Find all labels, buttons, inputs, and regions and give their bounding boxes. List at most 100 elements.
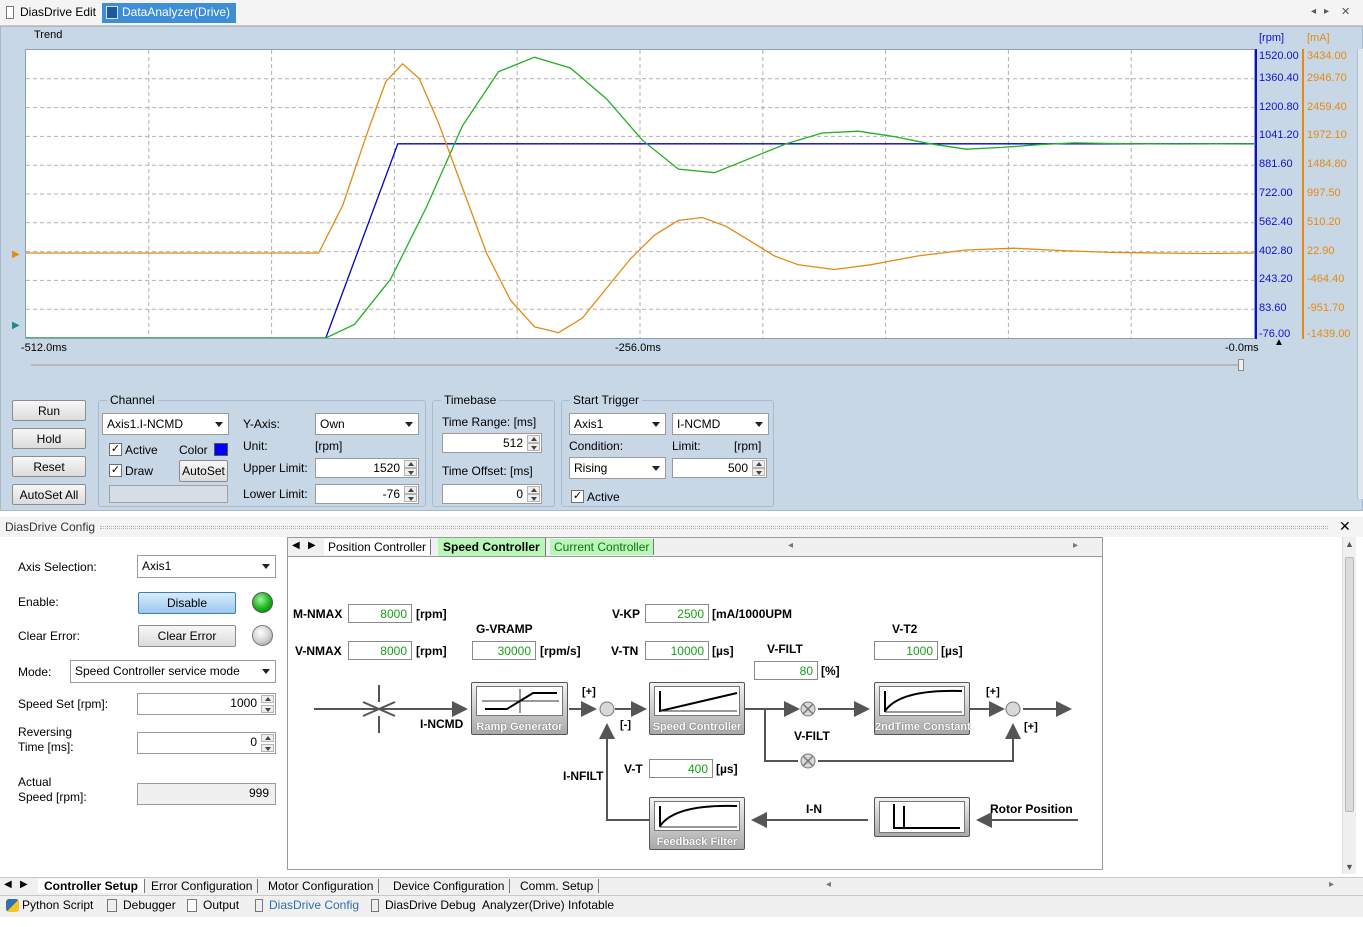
hold-button[interactable]: Hold: [12, 428, 86, 449]
tab-python-script[interactable]: Python Script: [4, 898, 93, 912]
autoset-all-button[interactable]: AutoSet All: [12, 484, 86, 505]
active-checkbox[interactable]: ✓: [109, 443, 122, 456]
scroll-up-icon[interactable]: ▲: [1345, 539, 1354, 549]
trigger-active-checkbox[interactable]: ✓: [571, 490, 584, 503]
tab-diasdrive-debug[interactable]: DiasDrive Debug: [367, 898, 476, 912]
v-t2-input[interactable]: 1000: [874, 641, 938, 660]
tab-debugger[interactable]: Debugger: [105, 898, 176, 912]
channel-select[interactable]: Axis1.I-NCMD: [102, 413, 229, 435]
analyzer-scrollbar[interactable]: [1357, 49, 1363, 499]
clear-error-button[interactable]: Clear Error: [138, 625, 236, 647]
mode-select[interactable]: Speed Controller service mode: [70, 660, 276, 683]
autoset-button[interactable]: AutoSet: [179, 460, 228, 482]
spin-up-icon[interactable]: [527, 435, 540, 443]
tab-dataanalyzer[interactable]: DataAnalyzer(Drive): [102, 3, 237, 23]
tab-controller-setup[interactable]: Controller Setup: [38, 879, 146, 893]
rpm-axis-line: [1255, 49, 1257, 339]
trend-plot[interactable]: [25, 49, 1255, 339]
tab-motor-configuration[interactable]: Motor Configuration: [263, 879, 380, 893]
spin-down-icon[interactable]: [527, 494, 540, 502]
rotor-position-block[interactable]: [874, 797, 970, 837]
scroll-down-icon[interactable]: ▼: [1345, 862, 1354, 872]
trigger-signal-select[interactable]: I-NCMD: [672, 413, 769, 435]
yaxis-select[interactable]: Own: [315, 413, 419, 435]
reset-button[interactable]: Reset: [12, 456, 86, 477]
draw-checkbox[interactable]: ✓: [109, 464, 122, 477]
trigger-limit-input[interactable]: 500: [672, 458, 767, 478]
spin-down-icon[interactable]: [527, 443, 540, 451]
speed-controller-block[interactable]: Speed Controller: [649, 682, 745, 735]
v-nmax-input[interactable]: 8000: [348, 641, 412, 660]
time-range-input[interactable]: 512: [442, 433, 542, 453]
speed-controller-diagram: M-NMAX 8000 [rpm] V-NMAX 8000 [rpm] G-VR…: [287, 557, 1103, 870]
v-kp-input[interactable]: 2500: [645, 604, 709, 623]
time-offset-input[interactable]: 0: [442, 484, 542, 504]
tab-diasdrive-config[interactable]: DiasDrive Config: [251, 898, 359, 912]
close-icon[interactable]: ✕: [1339, 518, 1351, 535]
h-scroll-right-icon[interactable]: ▸: [1329, 879, 1334, 890]
tab-scroll-right-icon[interactable]: ▶: [20, 879, 28, 890]
config-v-scrollbar[interactable]: ▲ ▼: [1342, 537, 1356, 874]
scroll-right-icon[interactable]: ▸: [1324, 6, 1329, 17]
tab-speed-controller[interactable]: Speed Controller: [438, 538, 546, 556]
spin-down-icon[interactable]: [752, 468, 765, 476]
close-icon[interactable]: ✕: [1341, 5, 1350, 18]
m-nmax-input[interactable]: 8000: [348, 604, 412, 623]
ramp-generator-block[interactable]: Ramp Generator: [471, 682, 568, 735]
spin-up-icon[interactable]: [527, 486, 540, 494]
h-scroll-left-icon[interactable]: ◂: [826, 879, 831, 890]
time-slider-track[interactable]: [31, 364, 1243, 366]
v-tn-input[interactable]: 10000: [645, 641, 709, 660]
run-button[interactable]: Run: [12, 400, 86, 421]
second-time-constant-block[interactable]: 2ndTime Constant: [874, 682, 971, 735]
disable-button[interactable]: Disable: [138, 592, 236, 614]
spin-up-icon[interactable]: [404, 460, 417, 468]
axis-selection-select[interactable]: Axis1: [137, 555, 276, 578]
unit-value: [rpm]: [315, 439, 343, 453]
tab-error-configuration[interactable]: Error Configuration: [146, 879, 259, 893]
spin-down-icon[interactable]: [261, 744, 274, 752]
spin-up-icon[interactable]: [404, 486, 417, 494]
reversing-time-input[interactable]: 0: [137, 732, 276, 754]
scroll-thumb[interactable]: [1345, 557, 1354, 812]
channel-color-swatch[interactable]: [214, 443, 228, 456]
spin-down-icon[interactable]: [404, 494, 417, 502]
time-slider-thumb[interactable]: [1238, 359, 1244, 371]
tab-position-controller[interactable]: Position Controller: [324, 539, 432, 555]
spin-down-icon[interactable]: [261, 705, 274, 713]
tab-device-configuration[interactable]: Device Configuration: [388, 879, 511, 893]
rpm-tick-label: 1041.20: [1259, 129, 1299, 142]
speed-set-input[interactable]: 1000: [137, 693, 276, 715]
error-status-led-icon: [252, 625, 273, 646]
spin-up-icon[interactable]: [261, 734, 274, 742]
spin-up-icon[interactable]: [261, 695, 274, 703]
data-analyzer-panel: Trend [rpm] [mA] ▶ ▶ -512.0ms -256.0ms -…: [0, 26, 1363, 511]
v-t-input[interactable]: 400: [649, 759, 713, 778]
lower-limit-input[interactable]: -76: [315, 484, 419, 504]
tab-scroll-left-icon[interactable]: ◀: [4, 879, 12, 890]
feedback-filter-block[interactable]: Feedback Filter: [649, 797, 745, 850]
condition-select[interactable]: Rising: [569, 457, 666, 479]
upper-limit-input[interactable]: 1520: [315, 458, 419, 478]
g-vramp-input[interactable]: 30000: [472, 641, 536, 660]
scroll-left-icon[interactable]: ◂: [1311, 6, 1316, 17]
unit-label: Unit:: [243, 439, 268, 453]
h-scroll-right-icon[interactable]: ▸: [1073, 540, 1078, 551]
rpm-tick-label: -76.00: [1259, 328, 1291, 340]
tab-analyzer-infotable[interactable]: Analyzer(Drive) Infotable: [464, 898, 614, 912]
h-scroll-left-icon[interactable]: ◂: [788, 540, 793, 551]
spin-up-icon[interactable]: [752, 460, 765, 468]
tab-scroll-right-icon[interactable]: ▶: [308, 540, 316, 551]
tab-comm-setup[interactable]: Comm. Setup: [515, 879, 600, 893]
tab-diasdrive-edit[interactable]: DiasDrive Edit: [0, 3, 102, 23]
tab-scroll-left-icon[interactable]: ◀: [292, 540, 300, 551]
trigger-axis-select[interactable]: Axis1: [569, 413, 666, 435]
chevron-down-icon: [262, 669, 270, 674]
tab-output[interactable]: Output: [185, 898, 239, 912]
v-filt-unit: [%]: [821, 664, 840, 678]
active-label: Active: [125, 443, 158, 457]
debugger-icon: [107, 899, 117, 912]
spin-down-icon[interactable]: [404, 468, 417, 476]
v-filt-input[interactable]: 80: [754, 661, 818, 680]
tab-current-controller[interactable]: Current Controller: [550, 539, 655, 555]
